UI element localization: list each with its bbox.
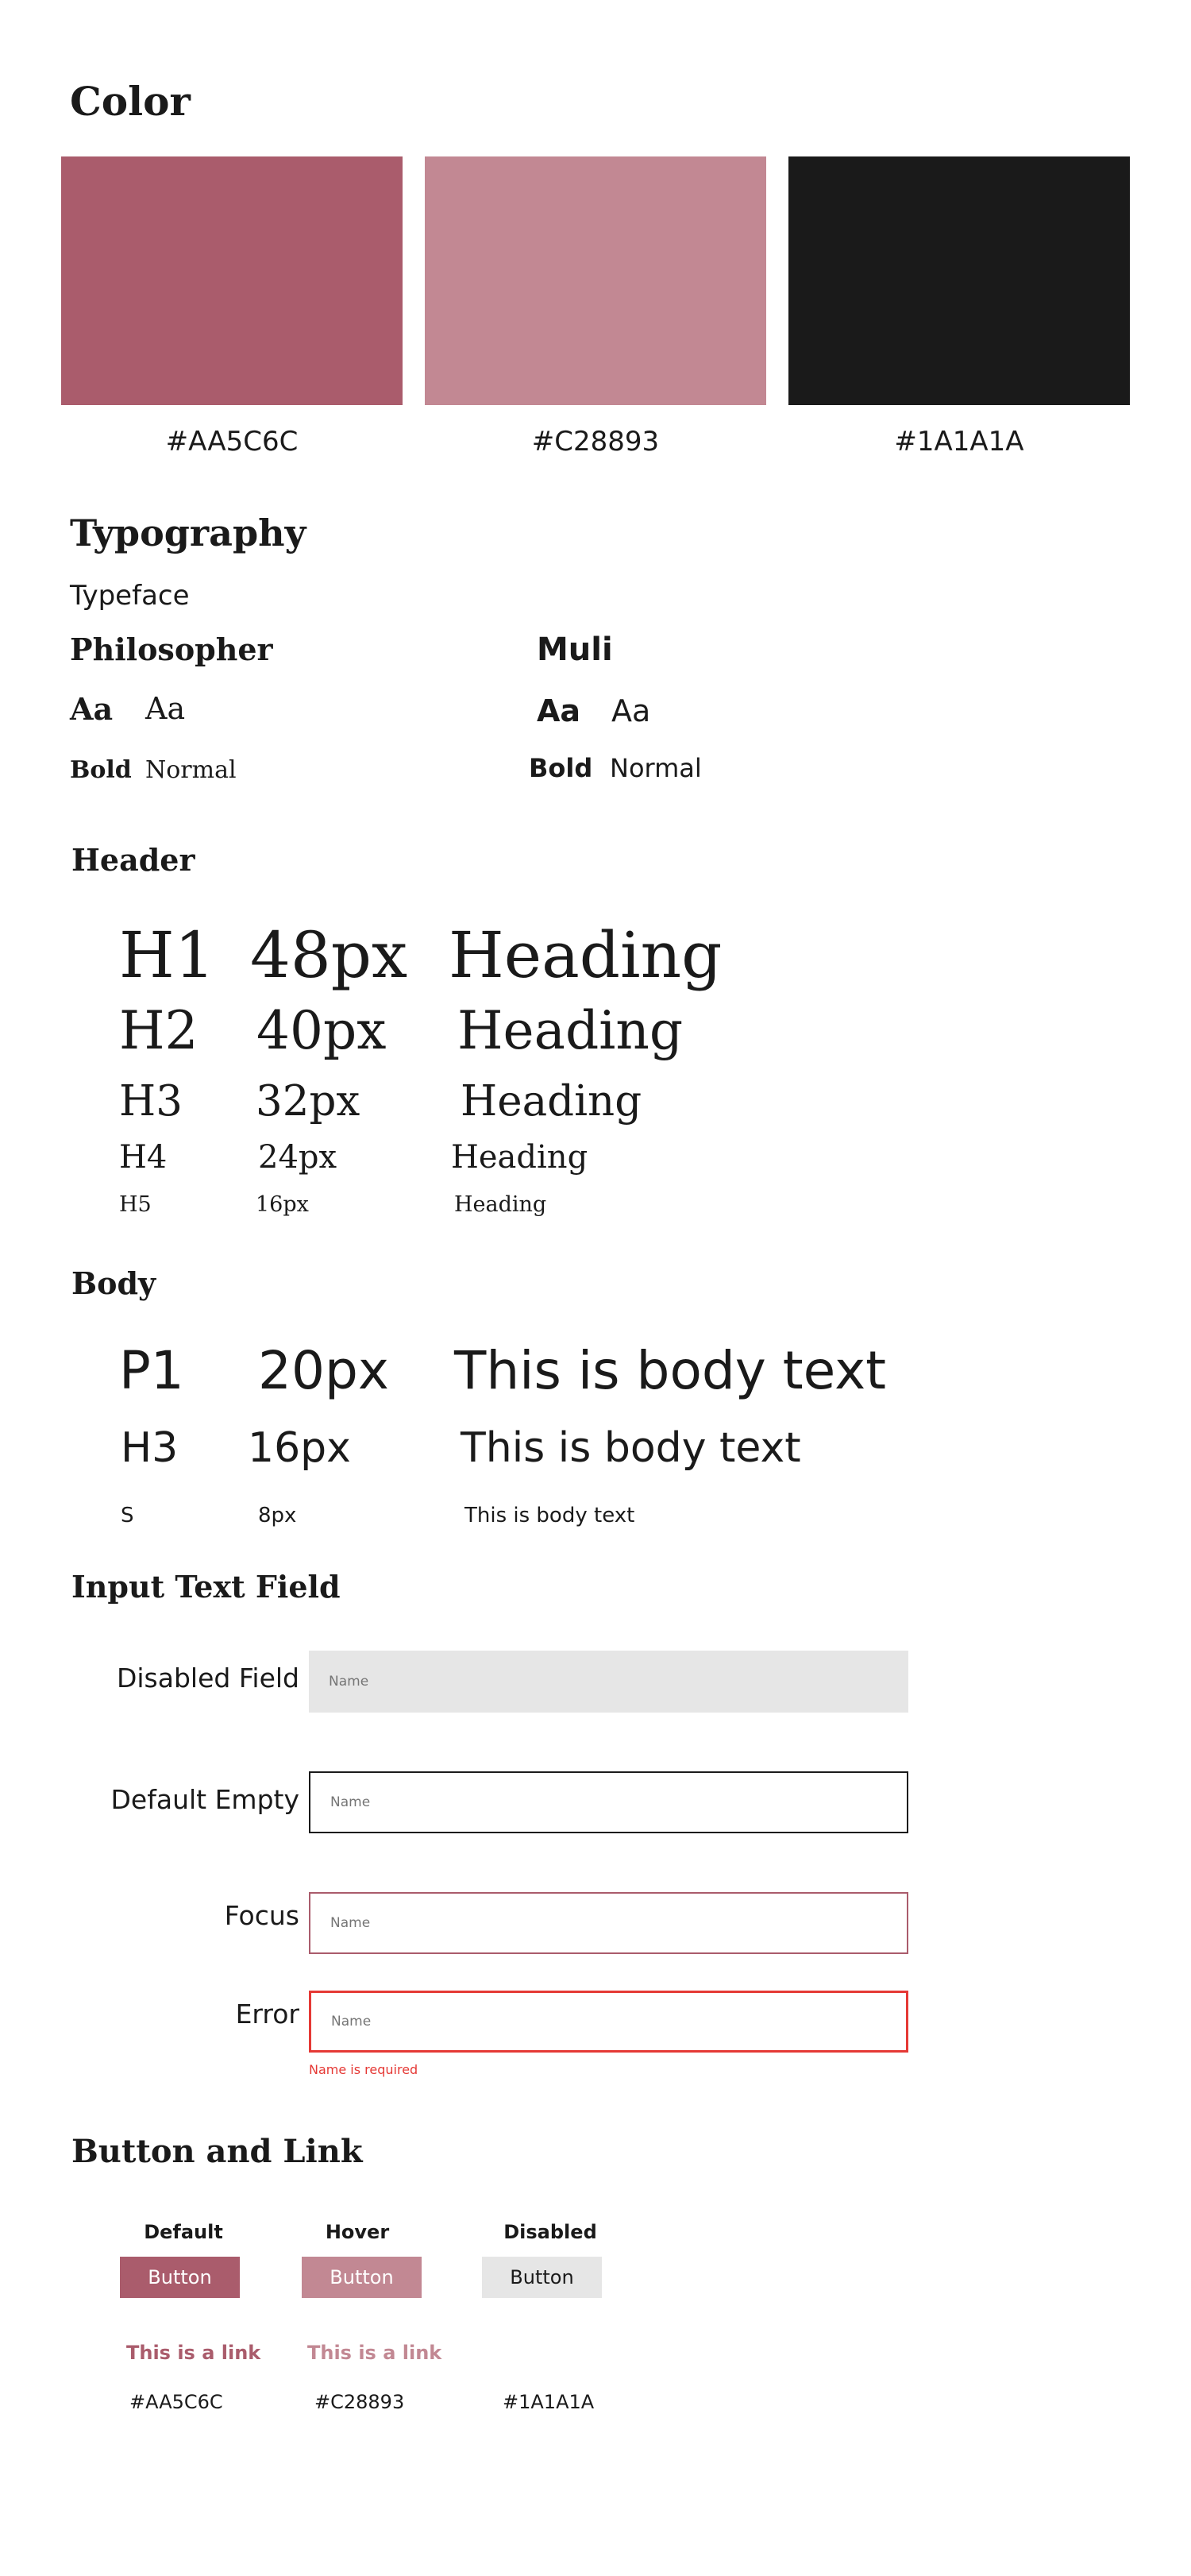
font-sample-bold: Aa [537,693,581,728]
default-name-field[interactable] [309,1771,908,1833]
header-sample: Heading [449,918,723,992]
color-hex-label: #1A1A1A [894,426,1024,458]
default-color-code: #AA5C6C [129,2391,223,2413]
body-tag: S [121,1504,134,1527]
input-section-title: Input Text Field [71,1569,341,1605]
hover-link[interactable]: This is a link [307,2342,441,2364]
color-section-title: Color [70,78,191,125]
color-hex-label: #C28893 [531,426,660,458]
color-swatch-dark [788,156,1130,405]
header-tag: H4 [119,1139,168,1176]
disabled-button[interactable]: Button [482,2257,602,2298]
disabled-field-label: Disabled Field [116,1663,299,1694]
body-size: 8px [258,1504,297,1527]
body-sample: This is body text [454,1340,887,1401]
button-state-label-disabled: Disabled [503,2221,597,2243]
button-state-label-default: Default [144,2221,223,2243]
focus-name-field[interactable] [309,1892,908,1954]
body-section-title: Body [71,1265,156,1301]
font-weight-bold-label: Bold [529,753,593,783]
body-tag: H3 [121,1424,179,1472]
error-field-label: Error [235,1999,299,2030]
header-size: 24px [258,1139,337,1176]
body-sample: This is body text [464,1504,635,1527]
header-tag: H2 [119,1000,198,1061]
error-message: Name is required [309,2062,418,2077]
header-size: 16px [256,1192,309,1217]
color-swatch-primary [61,156,403,405]
font-sample-bold: Aa [70,691,114,727]
body-tag: P1 [119,1340,184,1401]
header-tag: H3 [119,1077,183,1126]
body-sample: This is body text [461,1424,801,1472]
header-tag: H5 [119,1192,152,1217]
font-weight-normal-label: Normal [145,756,237,784]
font-name-philosopher: Philosopher [70,631,273,667]
typeface-label: Typeface [70,580,190,612]
hover-button[interactable]: Button [302,2257,422,2298]
header-sample: Heading [454,1192,547,1217]
hover-color-code: #C28893 [314,2391,405,2413]
default-button[interactable]: Button [120,2257,240,2298]
header-size: 40px [256,1000,387,1061]
body-size: 20px [258,1340,389,1401]
focus-field-label: Focus [224,1900,299,1931]
font-sample-normal: Aa [611,693,651,728]
header-sample: Heading [451,1139,588,1176]
font-name-muli: Muli [537,631,613,668]
color-swatch-secondary [425,156,766,405]
font-weight-normal-label: Normal [610,753,702,783]
default-empty-field-label: Default Empty [110,1784,299,1815]
typography-section-title: Typography [70,512,306,554]
disabled-color-code: #1A1A1A [503,2391,595,2413]
header-sample: Heading [461,1077,642,1126]
font-sample-normal: Aa [145,691,186,726]
header-size: 32px [256,1077,360,1126]
default-link[interactable]: This is a link [126,2342,260,2364]
font-weight-bold-label: Bold [70,756,132,784]
error-name-field[interactable] [309,1991,908,2053]
color-hex-label: #AA5C6C [165,426,299,458]
disabled-name-field[interactable] [309,1651,908,1713]
button-state-label-hover: Hover [325,2221,390,2243]
header-tag: H1 [119,918,215,992]
header-size: 48px [250,918,408,992]
button-section-title: Button and Link [71,2133,363,2170]
body-size: 16px [248,1424,351,1472]
header-section-title: Header [71,842,195,878]
header-sample: Heading [457,1000,684,1061]
